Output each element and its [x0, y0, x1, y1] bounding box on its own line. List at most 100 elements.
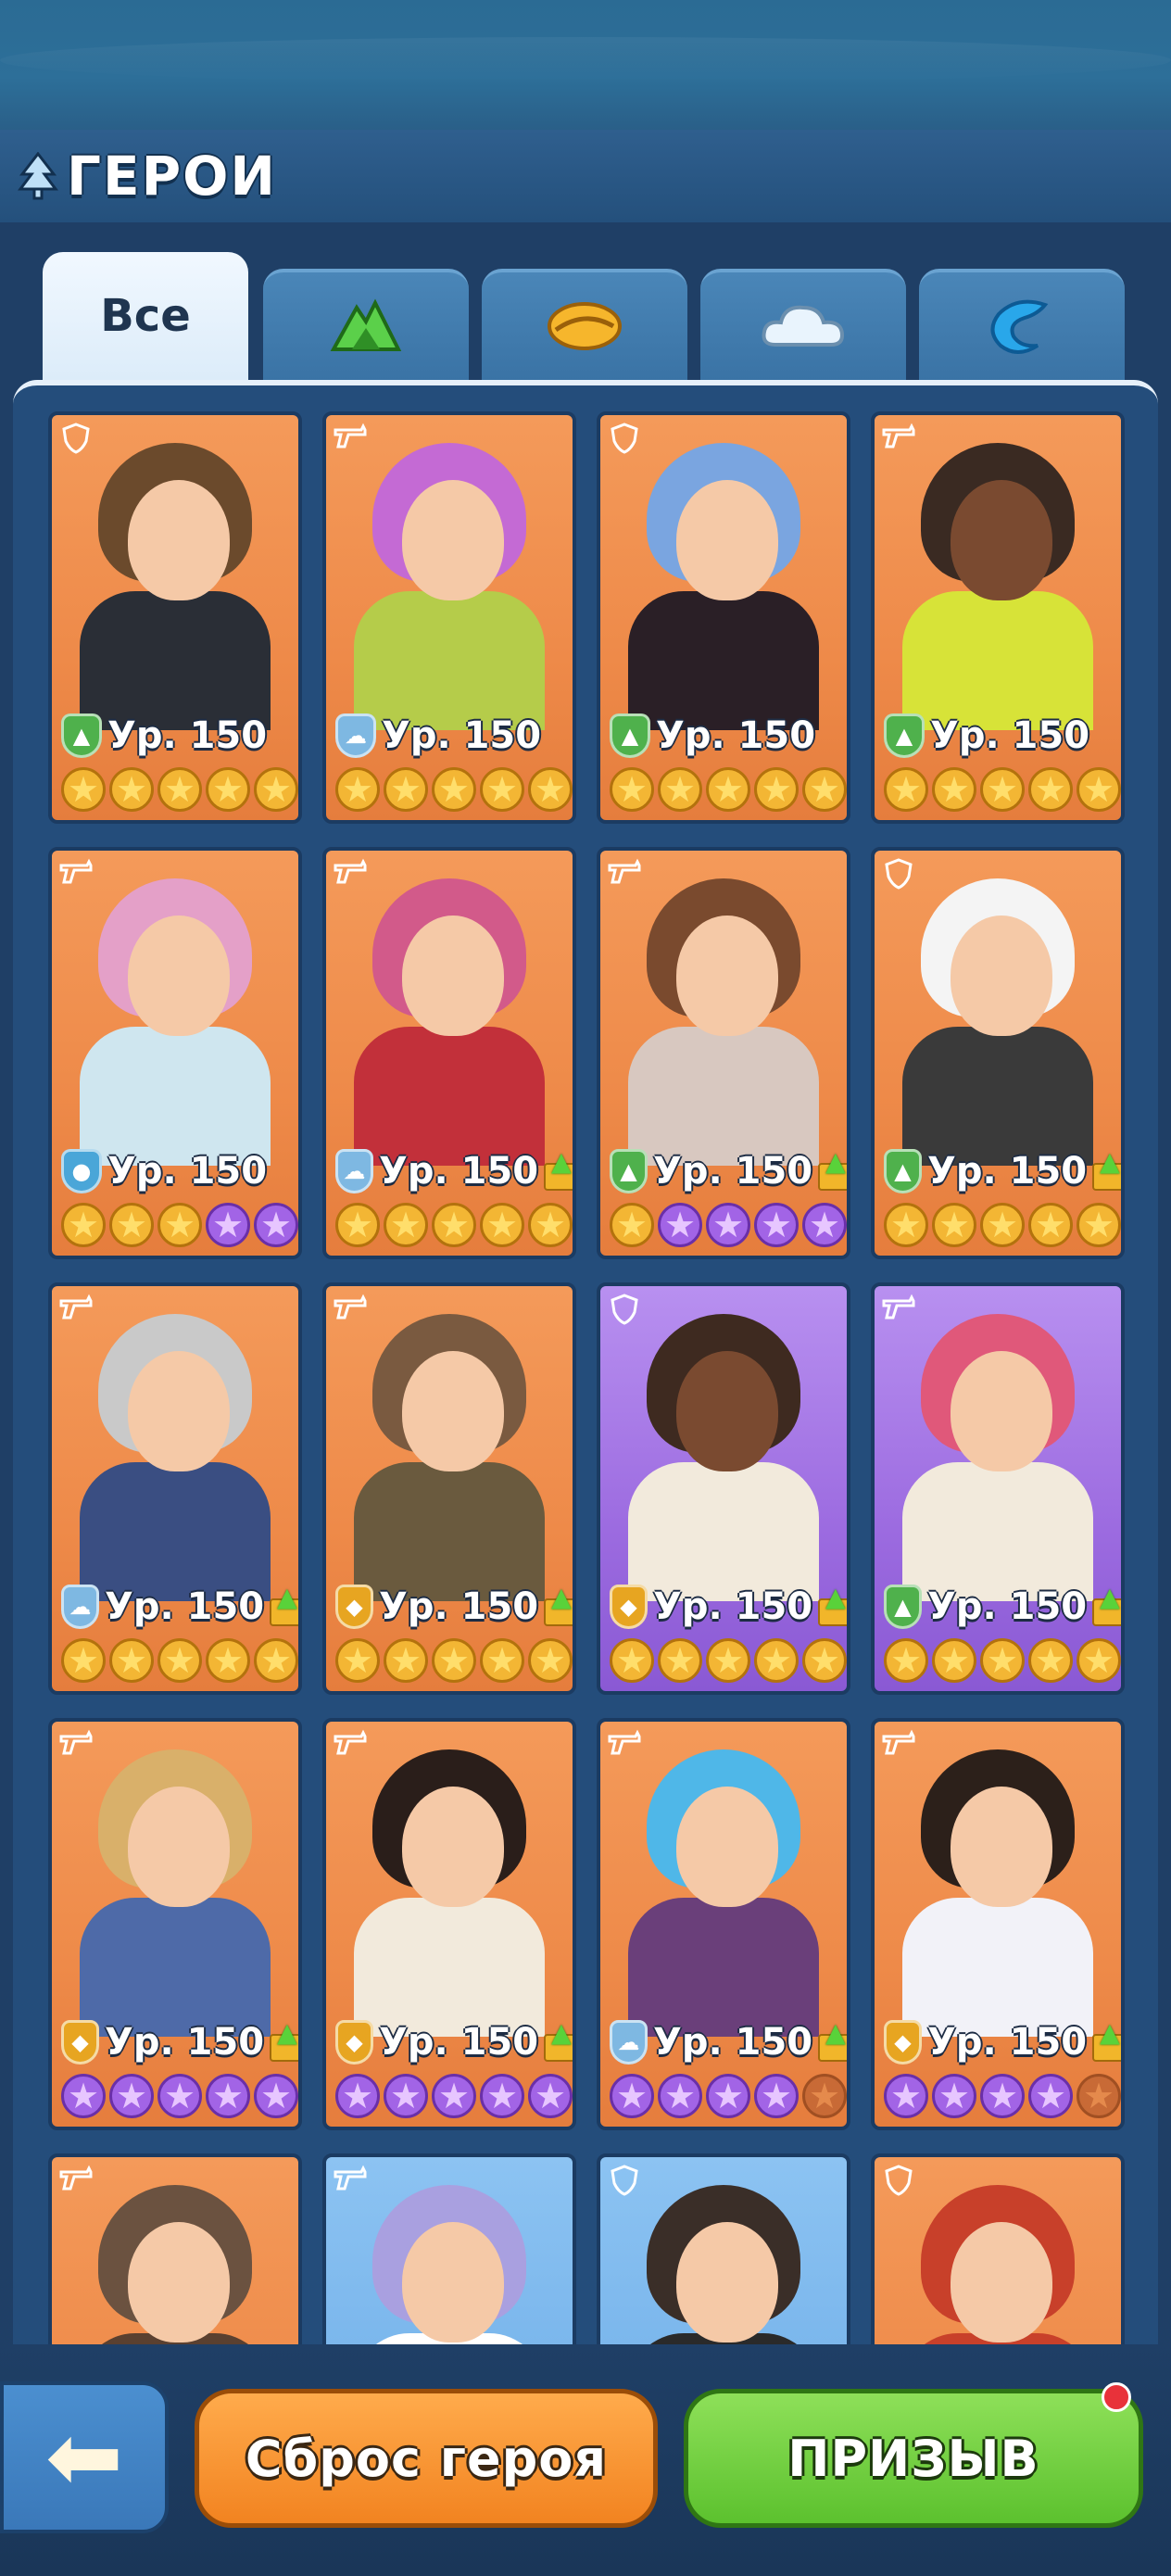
- hero-card[interactable]: ▲Ур. 150★★★★★: [48, 411, 302, 824]
- hero-card[interactable]: ◆Ур. 150★★★★★: [597, 1282, 850, 1695]
- star-icon: ★: [1077, 1203, 1121, 1247]
- hero-card[interactable]: ▲Ур. 150★★★★★: [871, 1282, 1125, 1695]
- notification-dot: [1102, 2382, 1131, 2412]
- hero-card[interactable]: ◆Ур. 150★★★★★: [322, 1718, 576, 2130]
- upgrade-available-icon: [542, 1582, 573, 1628]
- hero-level: Ур. 150: [382, 714, 542, 757]
- hero-level: Ур. 150: [930, 714, 1090, 757]
- upgrade-available-icon: [268, 2017, 298, 2064]
- star-icon: ★: [658, 2074, 702, 2118]
- hero-card[interactable]: ▲Ур. 150★★★★★: [871, 847, 1125, 1259]
- hero-stars: ★ ★ ★ ★ ★: [57, 765, 298, 814]
- hero-list-panel[interactable]: ▲ Ур. 150 ★ ★ ★ ★ ★ ☁ Ур. 150 ★ ★ ★ ★ ★ ▲ Ур. 150 ★ ★ ★ ★ ★ ▲…: [13, 380, 1158, 2344]
- hero-stars: ★ ★ ★ ★ ★: [57, 2072, 298, 2120]
- hero-card[interactable]: [597, 2153, 850, 2344]
- hero-portrait: [354, 2185, 545, 2344]
- hero-card[interactable]: ▲Ур. 150★★★★★: [597, 411, 850, 824]
- hero-card[interactable]: [48, 2153, 302, 2344]
- hero-level: Ур. 150: [107, 714, 268, 757]
- hero-level: Ур. 150: [653, 1150, 813, 1193]
- hero-card[interactable]: ▲Ур. 150★★★★★: [871, 411, 1125, 824]
- top-background: [0, 0, 1171, 130]
- tab-all[interactable]: Все: [43, 252, 248, 380]
- hero-level: Ур. 150: [653, 1585, 813, 1628]
- star-icon: ★: [157, 2074, 202, 2118]
- star-icon: ★: [932, 2074, 976, 2118]
- hero-card[interactable]: ● Ур. 150 ★ ★ ★ ★ ★: [48, 847, 302, 1259]
- hero-portrait: [628, 1314, 819, 1601]
- back-arrow-icon: ⬅: [45, 2403, 123, 2511]
- forest-faction-icon: ▲: [884, 1585, 923, 1629]
- cloud-faction-icon: ☁: [610, 2020, 648, 2065]
- upgrade-available-icon: [1090, 1146, 1121, 1193]
- star-icon: ★: [610, 1638, 654, 1683]
- star-icon: ★: [61, 1638, 106, 1683]
- hero-portrait: [354, 1749, 545, 2037]
- star-icon: ★: [884, 767, 928, 812]
- back-button[interactable]: ⬅: [0, 2381, 169, 2533]
- hero-level-row: ◆ Ур. 150: [335, 2016, 573, 2068]
- star-icon: ★: [432, 1638, 476, 1683]
- star-icon: ★: [254, 1203, 298, 1247]
- cloud-icon: [762, 305, 845, 347]
- star-icon: ★: [157, 1203, 202, 1247]
- star-icon: ★: [1077, 1638, 1121, 1683]
- hero-card[interactable]: ☁Ур. 150★★★★★: [597, 1718, 850, 2130]
- tab-cloud[interactable]: [700, 269, 906, 380]
- tab-forest[interactable]: [263, 269, 469, 380]
- hero-card[interactable]: ◆Ур. 150 ★★★★★: [322, 1282, 576, 1695]
- hero-grid: ▲ Ур. 150 ★ ★ ★ ★ ★ ☁ Ур. 150 ★ ★ ★ ★ ★ ▲ Ур. 150 ★ ★ ★ ★ ★ ▲…: [13, 385, 1158, 2344]
- hero-card[interactable]: ☁Ур. 150★★★★★: [322, 411, 576, 824]
- hero-level: Ур. 150: [379, 1585, 539, 1628]
- star-icon: ★: [884, 1638, 928, 1683]
- star-icon: ★: [932, 1638, 976, 1683]
- hero-stars: ★ ★ ★ ★ ★: [606, 2072, 847, 2120]
- hero-level: Ур. 150: [927, 2021, 1088, 2064]
- hero-card[interactable]: ☁Ур. 150★★★★★: [322, 847, 576, 1259]
- star-icon: ★: [528, 767, 573, 812]
- star-icon: ★: [254, 2074, 298, 2118]
- upgrade-available-icon: [542, 1146, 573, 1193]
- water-icon: [990, 299, 1049, 354]
- hero-level-row: ▲ Ур. 150: [884, 1145, 1121, 1197]
- cloud-faction-icon: ☁: [335, 713, 376, 758]
- reset-hero-button[interactable]: Сброс героя: [195, 2389, 658, 2528]
- tree-icon: [17, 151, 59, 200]
- hero-portrait: [902, 1749, 1093, 2037]
- star-icon: ★: [754, 1638, 799, 1683]
- tab-water[interactable]: [919, 269, 1125, 380]
- reset-hero-label: Сброс героя: [245, 2429, 608, 2488]
- hero-card[interactable]: ☁Ур. 150★★★★★: [48, 1282, 302, 1695]
- star-icon: ★: [1028, 1203, 1073, 1247]
- tab-sand[interactable]: [482, 269, 687, 380]
- hero-level-row: ☁ Ур. 150: [610, 2016, 847, 2068]
- hero-stars: ★ ★ ★ ★ ★: [880, 1201, 1121, 1249]
- sand-faction-icon: ◆: [610, 1585, 648, 1629]
- hero-stars: ★ ★ ★ ★ ★: [332, 1636, 573, 1685]
- hero-portrait: [902, 2185, 1093, 2344]
- hero-level: Ур. 150: [927, 1585, 1088, 1628]
- star-icon: ★: [1028, 767, 1073, 812]
- hero-card[interactable]: [322, 2153, 576, 2344]
- star-icon: ★: [706, 1638, 750, 1683]
- star-icon: ★: [157, 1638, 202, 1683]
- forest-faction-icon: ▲: [610, 1149, 648, 1193]
- star-icon: ★: [802, 1203, 847, 1247]
- hero-portrait: [80, 1314, 271, 1601]
- bottom-bar: ⬅ Сброс героя ПРИЗЫВ: [0, 2344, 1171, 2576]
- summon-button[interactable]: ПРИЗЫВ: [684, 2382, 1143, 2528]
- sand-faction-icon: ◆: [335, 1585, 374, 1629]
- star-icon: ★: [802, 767, 847, 812]
- upgrade-available-icon: [1090, 1582, 1121, 1628]
- hero-level: Ур. 150: [379, 1150, 539, 1193]
- hero-level-row: ▲ Ур. 150: [61, 710, 298, 762]
- hero-card[interactable]: ▲Ур. 150★★★★★: [597, 847, 850, 1259]
- hero-card[interactable]: ◆Ур. 150★★★★★: [48, 1718, 302, 2130]
- hero-card[interactable]: [871, 2153, 1125, 2344]
- star-icon: ★: [432, 2074, 476, 2118]
- sand-faction-icon: ◆: [61, 2020, 100, 2065]
- hero-level: Ур. 150: [379, 2021, 539, 2064]
- star-icon: ★: [980, 1203, 1025, 1247]
- hero-card[interactable]: ◆Ур. 150★★★★★: [871, 1718, 1125, 2130]
- star-icon: ★: [528, 2074, 573, 2118]
